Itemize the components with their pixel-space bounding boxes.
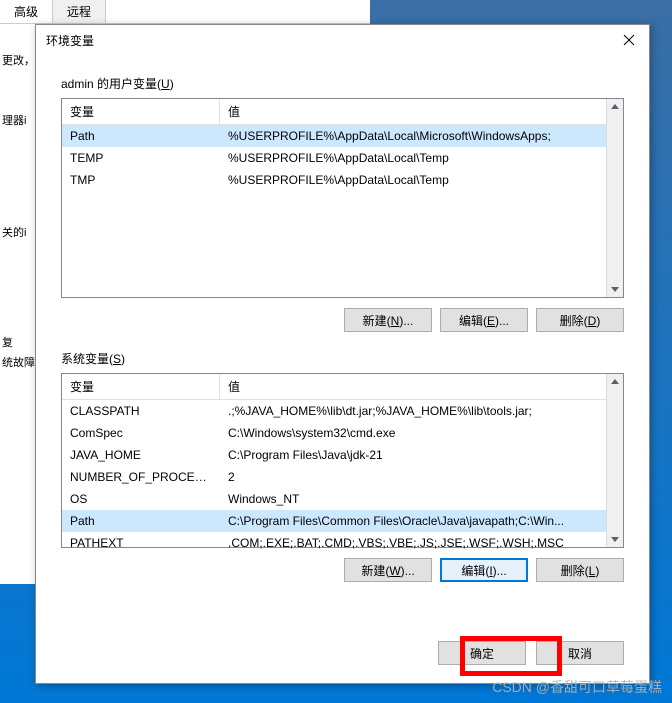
col-variable[interactable]: 变量 — [62, 374, 220, 399]
scrollbar[interactable] — [606, 99, 623, 297]
cell-value: C:\Program Files\Common Files\Oracle\Jav… — [220, 512, 623, 530]
env-vars-dialog: 环境变量 admin 的用户变量(U) 变量 值 Path%USERPROFIL… — [35, 24, 650, 684]
dialog-title: 环境变量 — [46, 32, 94, 49]
sys-vars-table[interactable]: 变量 值 CLASSPATH.;%JAVA_HOME%\lib\dt.jar;%… — [61, 373, 624, 548]
user-vars-label: admin 的用户变量(U) — [61, 75, 624, 92]
cell-value: Windows_NT — [220, 490, 623, 508]
bg-text: 关的i — [2, 224, 26, 240]
table-row[interactable]: TMP%USERPROFILE%\AppData\Local\Temp — [62, 169, 623, 191]
table-row[interactable]: Path%USERPROFILE%\AppData\Local\Microsof… — [62, 125, 623, 147]
tab-remote[interactable]: 远程 — [53, 0, 106, 23]
cell-variable: TEMP — [62, 149, 220, 167]
table-header: 变量 值 — [62, 99, 623, 125]
col-value[interactable]: 值 — [220, 99, 623, 124]
close-icon — [623, 34, 635, 46]
scrollbar[interactable] — [606, 374, 623, 547]
cell-variable: NUMBER_OF_PROCESSORS — [62, 468, 220, 486]
cell-value: %USERPROFILE%\AppData\Local\Microsoft\Wi… — [220, 127, 623, 145]
bg-text: 统故障 — [2, 354, 35, 370]
cell-variable: ComSpec — [62, 424, 220, 442]
cancel-button[interactable]: 取消 — [536, 641, 624, 665]
cell-variable: JAVA_HOME — [62, 446, 220, 464]
sys-new-button[interactable]: 新建(W)... — [344, 558, 432, 582]
sys-vars-label: 系统变量(S) — [61, 350, 624, 367]
cell-value: C:\Program Files\Java\jdk-21 — [220, 446, 623, 464]
cell-value: .;%JAVA_HOME%\lib\dt.jar;%JAVA_HOME%\lib… — [220, 402, 623, 420]
table-row[interactable]: CLASSPATH.;%JAVA_HOME%\lib\dt.jar;%JAVA_… — [62, 400, 623, 422]
bg-text: 复 — [2, 334, 13, 350]
user-vars-table[interactable]: 变量 值 Path%USERPROFILE%\AppData\Local\Mic… — [61, 98, 624, 298]
cell-value: 2 — [220, 468, 623, 486]
table-row[interactable]: OSWindows_NT — [62, 488, 623, 510]
sys-delete-button[interactable]: 删除(L) — [536, 558, 624, 582]
sys-edit-button[interactable]: 编辑(I)... — [440, 558, 528, 582]
cell-value: .COM;.EXE;.BAT;.CMD;.VBS;.VBE;.JS;.JSE;.… — [220, 534, 623, 552]
user-edit-button[interactable]: 编辑(E)... — [440, 308, 528, 332]
table-row[interactable]: JAVA_HOMEC:\Program Files\Java\jdk-21 — [62, 444, 623, 466]
table-row[interactable]: ComSpecC:\Windows\system32\cmd.exe — [62, 422, 623, 444]
cell-value: %USERPROFILE%\AppData\Local\Temp — [220, 171, 623, 189]
bg-text: 理器i — [2, 112, 26, 128]
ok-button[interactable]: 确定 — [438, 641, 526, 665]
user-new-button[interactable]: 新建(N)... — [344, 308, 432, 332]
cell-variable: CLASSPATH — [62, 402, 220, 420]
background-panel: 更改， 理器i 关的i 复 统故障 — [0, 24, 35, 584]
col-value[interactable]: 值 — [220, 374, 623, 399]
titlebar: 环境变量 — [36, 25, 649, 55]
table-header: 变量 值 — [62, 374, 623, 400]
cell-variable: OS — [62, 490, 220, 508]
cell-value: C:\Windows\system32\cmd.exe — [220, 424, 623, 442]
table-row[interactable]: PathC:\Program Files\Common Files\Oracle… — [62, 510, 623, 532]
cell-variable: Path — [62, 127, 220, 145]
tab-advanced[interactable]: 高级 — [0, 0, 53, 23]
table-row[interactable]: NUMBER_OF_PROCESSORS2 — [62, 466, 623, 488]
col-variable[interactable]: 变量 — [62, 99, 220, 124]
table-row[interactable]: TEMP%USERPROFILE%\AppData\Local\Temp — [62, 147, 623, 169]
cell-variable: TMP — [62, 171, 220, 189]
cell-variable: PATHEXT — [62, 534, 220, 552]
cell-variable: Path — [62, 512, 220, 530]
background-tabs: 高级 远程 — [0, 0, 370, 24]
close-button[interactable] — [619, 30, 639, 50]
cell-value: %USERPROFILE%\AppData\Local\Temp — [220, 149, 623, 167]
bg-text: 更改， — [2, 52, 35, 68]
table-row[interactable]: PATHEXT.COM;.EXE;.BAT;.CMD;.VBS;.VBE;.JS… — [62, 532, 623, 554]
user-delete-button[interactable]: 删除(D) — [536, 308, 624, 332]
